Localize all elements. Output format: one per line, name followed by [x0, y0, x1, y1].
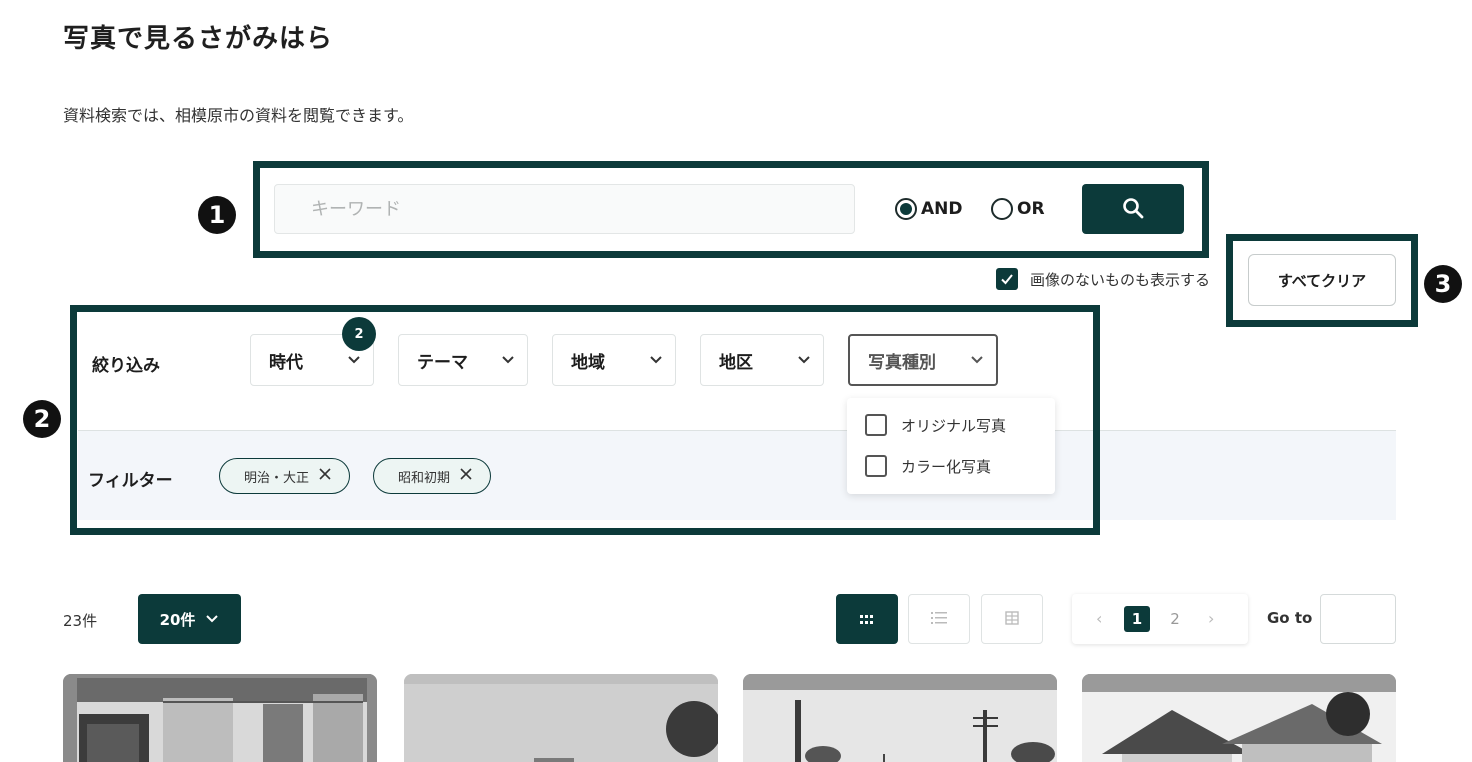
- dropdown-theme[interactable]: テーマ: [398, 334, 528, 386]
- dropdown-area-label: 地域: [571, 352, 605, 373]
- photo-thumbnail[interactable]: [743, 674, 1057, 762]
- era-count-badge: 2: [342, 317, 376, 351]
- annotation-number-3: 3: [1424, 265, 1462, 303]
- list-icon: [931, 610, 947, 629]
- page-description: 資料検索では、相模原市の資料を閲覧できます。: [63, 106, 414, 125]
- goto-page-input[interactable]: [1320, 594, 1396, 644]
- filter-chip[interactable]: 昭和初期: [373, 458, 492, 494]
- goto-label: Go to: [1267, 609, 1313, 627]
- menu-item-original-photo[interactable]: オリジナル写真: [865, 414, 1006, 436]
- table-icon: [1005, 610, 1019, 629]
- filter-label: フィルター: [88, 471, 173, 491]
- radio-and[interactable]: AND: [895, 198, 963, 220]
- show-no-image-option[interactable]: 画像のないものも表示する: [996, 268, 1210, 290]
- photo-thumbnail[interactable]: [1082, 674, 1396, 762]
- per-page-select[interactable]: 20件: [138, 594, 241, 644]
- annotation-number-1: 1: [198, 196, 236, 234]
- chevron-down-icon: [205, 610, 219, 628]
- radio-or[interactable]: OR: [991, 198, 1045, 220]
- filter-chip-label: 明治・大正: [244, 470, 310, 486]
- next-page-button[interactable]: ›: [1208, 609, 1214, 628]
- chevron-down-icon: [501, 350, 515, 370]
- result-count: 23件: [63, 612, 98, 630]
- narrow-label: 絞り込み: [92, 356, 160, 376]
- chevron-down-icon: [797, 350, 811, 370]
- show-no-image-checkbox[interactable]: [996, 268, 1018, 290]
- photo-thumbnail[interactable]: [404, 674, 718, 762]
- filter-chip-label: 昭和初期: [398, 470, 451, 486]
- grid-dots-icon: [860, 610, 874, 629]
- search-button[interactable]: [1082, 184, 1184, 234]
- show-no-image-label: 画像のないものも表示する: [1030, 270, 1211, 289]
- menu-item-label: オリジナル写真: [901, 416, 1007, 435]
- view-table-button[interactable]: [981, 594, 1043, 644]
- menu-item-color-photo[interactable]: カラー化写真: [865, 455, 991, 477]
- menu-item-label: カラー化写真: [901, 457, 992, 476]
- filter-chip[interactable]: 明治・大正: [219, 458, 351, 494]
- page-title: 写真で見るさがみはら: [63, 24, 334, 54]
- original-photo-checkbox[interactable]: [865, 414, 887, 436]
- radio-or-label: OR: [1017, 199, 1045, 219]
- radio-and-circle[interactable]: [895, 198, 917, 220]
- radio-or-circle[interactable]: [991, 198, 1013, 220]
- page-2-button[interactable]: 2: [1162, 606, 1188, 632]
- dropdown-district-label: 地区: [719, 352, 753, 373]
- color-photo-checkbox[interactable]: [865, 455, 887, 477]
- chevron-down-icon: [649, 350, 663, 370]
- dropdown-photo-type-label: 写真種別: [868, 352, 936, 373]
- dropdown-photo-type[interactable]: 写真種別: [848, 334, 998, 386]
- per-page-label: 20件: [159, 610, 196, 629]
- chevron-down-icon: [970, 350, 984, 370]
- close-icon[interactable]: [460, 468, 472, 484]
- dropdown-theme-label: テーマ: [417, 352, 468, 373]
- radio-and-label: AND: [921, 199, 963, 219]
- chevron-down-icon: [347, 350, 361, 370]
- close-icon[interactable]: [319, 468, 331, 484]
- dropdown-area[interactable]: 地域: [552, 334, 676, 386]
- search-icon: [1122, 197, 1144, 222]
- clear-all-button[interactable]: すべてクリア: [1248, 254, 1396, 306]
- keyword-input[interactable]: [274, 184, 855, 234]
- view-grid-button[interactable]: [836, 594, 898, 644]
- photo-thumbnail[interactable]: [63, 674, 377, 762]
- dropdown-era-label: 時代: [269, 352, 303, 373]
- page-1-button[interactable]: 1: [1124, 606, 1150, 632]
- pagination: ‹ 1 2 ›: [1072, 594, 1248, 644]
- dropdown-district[interactable]: 地区: [700, 334, 824, 386]
- view-list-button[interactable]: [908, 594, 970, 644]
- prev-page-button[interactable]: ‹: [1096, 609, 1102, 628]
- annotation-number-2: 2: [23, 400, 61, 438]
- photo-type-menu: オリジナル写真 カラー化写真: [847, 398, 1055, 494]
